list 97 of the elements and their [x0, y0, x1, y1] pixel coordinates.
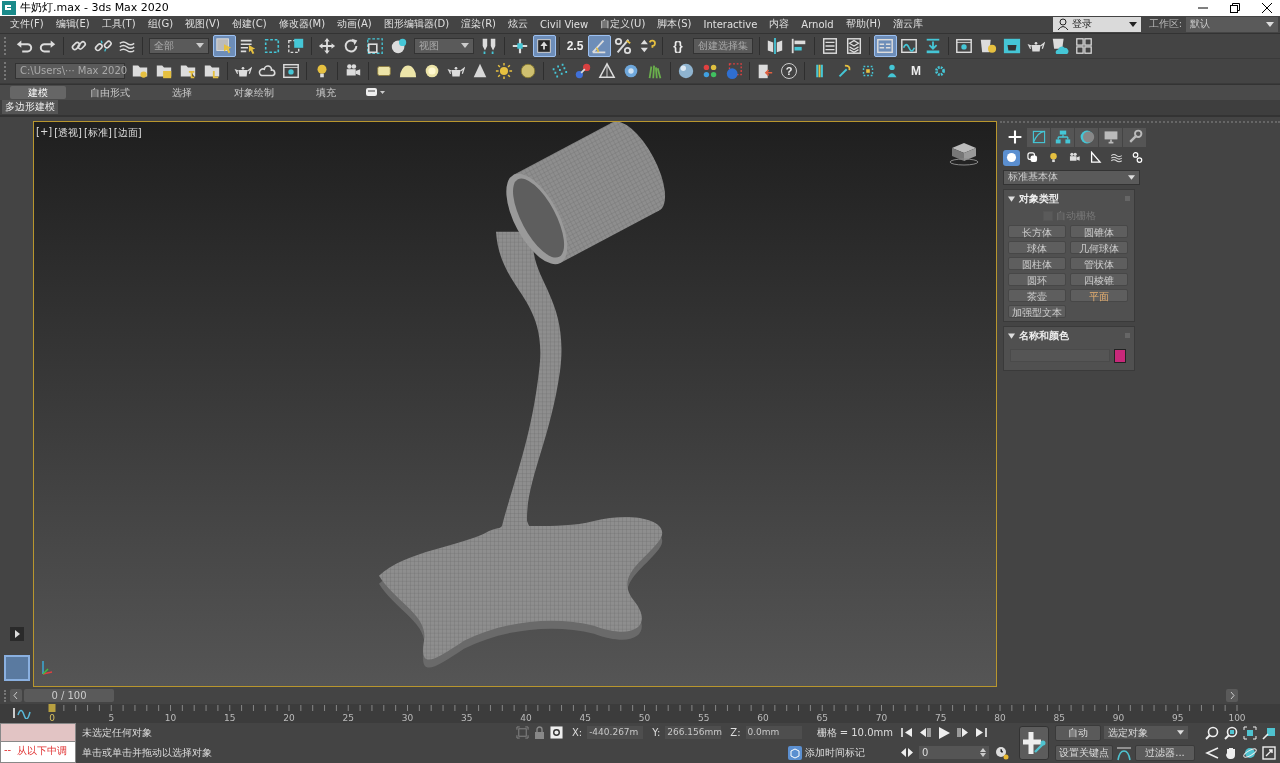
- menu-item[interactable]: 炫云: [502, 17, 534, 32]
- object-type-button[interactable]: 几何球体: [1070, 240, 1128, 254]
- maxscript-listener[interactable]: -- 从以下中调: [0, 723, 76, 763]
- frame-number: 0: [49, 713, 55, 723]
- menu-item[interactable]: 文件(F): [4, 17, 50, 32]
- viewport-label[interactable]: [标准]: [84, 125, 112, 140]
- key-set-dropdown[interactable]: 选定对象: [1104, 726, 1188, 740]
- menu-item[interactable]: 动画(A): [331, 17, 378, 32]
- object-type-button[interactable]: 圆环: [1008, 272, 1066, 286]
- menu-item[interactable]: 编辑(E): [49, 17, 96, 32]
- frame-number: 45: [579, 713, 591, 723]
- toolbar-dropdown[interactable]: 创建选择集: [693, 37, 753, 54]
- frame-number: 20: [283, 713, 295, 723]
- listener-prompt: --: [4, 744, 12, 757]
- grid-size-text: 栅格 = 10.0mm: [816, 726, 893, 740]
- frame-number: 25: [342, 713, 354, 723]
- menu-item[interactable]: 脚本(S): [651, 17, 698, 32]
- status-message: 单击或单击并拖动以选择对象: [82, 746, 212, 760]
- menu-item[interactable]: 修改器(M): [272, 17, 332, 32]
- object-type-button[interactable]: 长方体: [1008, 224, 1066, 238]
- ribbon-panel-label[interactable]: 多边形建模: [2, 100, 58, 115]
- coordinate-label: Z:: [730, 727, 741, 739]
- menu-item[interactable]: Arnold: [795, 18, 840, 30]
- status-message: 未选定任何对象: [82, 726, 153, 740]
- menu-item[interactable]: 溜云库: [887, 17, 929, 32]
- menu-item[interactable]: Interactive: [697, 18, 764, 30]
- object-type-button[interactable]: 圆锥体: [1070, 224, 1128, 238]
- menu-item[interactable]: 图形编辑器(D): [377, 17, 456, 32]
- set-key-mode-button[interactable]: 设置关键点: [1055, 745, 1113, 761]
- key-filters-button[interactable]: 过滤器...: [1135, 745, 1195, 761]
- viewport-label[interactable]: [透视]: [54, 125, 82, 140]
- frame-number: 85: [1053, 713, 1065, 723]
- frame-number: 40: [520, 713, 532, 723]
- add-time-tag-button[interactable]: 添加时间标记: [788, 746, 865, 760]
- object-type-button[interactable]: 圆柱体: [1008, 256, 1066, 270]
- frame-number: 55: [698, 713, 710, 723]
- rollout-title[interactable]: 名称和颜色: [1019, 328, 1069, 343]
- object-type-button[interactable]: 球体: [1008, 240, 1066, 254]
- category-dropdown[interactable]: 标准基本体: [1003, 169, 1140, 185]
- time-slider-track[interactable]: 0 / 100: [24, 688, 1224, 703]
- window-title: 牛奶灯.max - 3ds Max 2020: [20, 0, 169, 16]
- braces-button[interactable]: {}: [666, 34, 690, 57]
- snap-button[interactable]: 2.5: [563, 34, 587, 57]
- menu-item[interactable]: 组(G): [141, 17, 180, 32]
- toolbar-dropdown[interactable]: 视图: [414, 37, 474, 54]
- menu-item[interactable]: 内容: [763, 17, 796, 32]
- menu-item[interactable]: Civil View: [534, 18, 595, 30]
- frame-number: 50: [638, 713, 651, 723]
- rollout-title[interactable]: 对象类型: [1019, 191, 1059, 206]
- viewport-label[interactable]: [边面]: [113, 125, 142, 140]
- menu-item[interactable]: 自定义(U): [594, 17, 652, 32]
- frame-number: 80: [994, 713, 1006, 723]
- perspective-viewport[interactable]: [+] [透视] [标准] [边面]: [33, 120, 997, 688]
- coordinate-field[interactable]: 266.156mm: [665, 726, 722, 740]
- frame-number: 75: [935, 713, 947, 723]
- help-button[interactable]: ?: [777, 59, 801, 82]
- ribbon-tab[interactable]: 选择: [154, 85, 210, 99]
- object-type-button[interactable]: 管状体: [1070, 256, 1128, 270]
- frame-number: 65: [816, 713, 828, 723]
- frame-number: 15: [224, 713, 236, 723]
- frame-number: 5: [108, 713, 115, 723]
- coordinate-label: Y:: [652, 727, 661, 739]
- ribbon-tab[interactable]: 建模: [10, 85, 66, 99]
- coordinate-field[interactable]: -440.267m: [587, 726, 644, 740]
- ribbon-tab[interactable]: 对象绘制: [216, 85, 292, 99]
- frame-number: 30: [401, 713, 414, 723]
- frame-number: 60: [757, 713, 769, 723]
- menu-item[interactable]: 帮助(H): [839, 17, 887, 32]
- auto-key-button[interactable]: 自动: [1055, 725, 1101, 741]
- frame-number: 10: [164, 713, 177, 723]
- frame-number: 95: [1172, 713, 1184, 723]
- frame-number: 70: [875, 713, 888, 723]
- workspace-dropdown[interactable]: 默认: [1186, 16, 1278, 32]
- menu-item[interactable]: 工具(T): [95, 17, 142, 32]
- toolbar-dropdown[interactable]: C:\Users\··· Max 2020: [15, 62, 125, 79]
- current-frame-field[interactable]: 0: [919, 746, 989, 760]
- toolbar-dropdown[interactable]: 全部: [149, 37, 209, 54]
- coordinate-field[interactable]: 0.0mm: [745, 726, 802, 740]
- letter-button[interactable]: M: [904, 59, 928, 82]
- frame-number: 35: [461, 713, 473, 723]
- frame-number: 100: [1228, 713, 1246, 723]
- coordinate-label: X:: [571, 727, 583, 739]
- ribbon-tab[interactable]: 自由形式: [72, 85, 148, 99]
- menu-item[interactable]: 视图(V): [179, 17, 226, 32]
- account-dropdown[interactable]: 登录: [1052, 16, 1141, 32]
- object-type-button[interactable]: 加强型文本: [1008, 304, 1066, 318]
- time-slider-thumb[interactable]: 0 / 100: [24, 689, 114, 702]
- object-type-button[interactable]: 平面: [1070, 288, 1128, 302]
- listener-text: 从以下中调: [17, 744, 68, 758]
- ribbon-tab[interactable]: 填充: [298, 85, 354, 99]
- workspace-label: 工作区:: [1147, 17, 1183, 32]
- viewport-label[interactable]: [+]: [36, 125, 53, 140]
- menu-item[interactable]: 创建(C): [225, 17, 273, 32]
- object-type-button[interactable]: 茶壶: [1008, 288, 1066, 302]
- object-type-button[interactable]: 四棱锥: [1070, 272, 1128, 286]
- frame-number: 90: [1112, 713, 1125, 723]
- menu-item[interactable]: 渲染(R): [455, 17, 502, 32]
